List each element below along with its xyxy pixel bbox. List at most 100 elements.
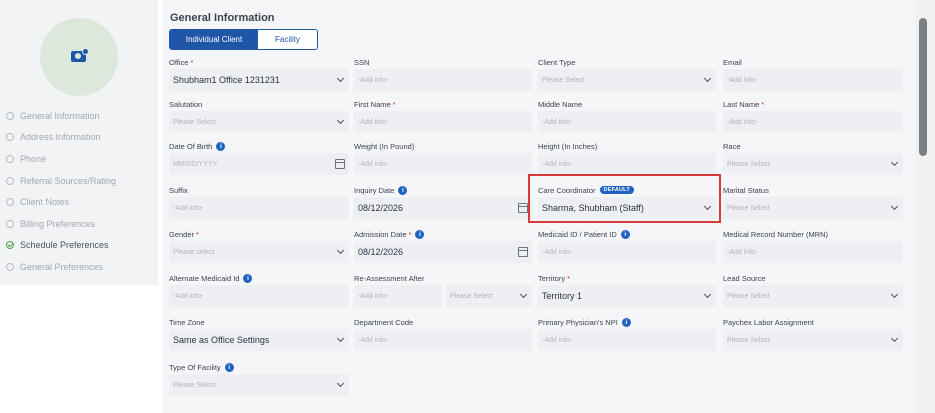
avatar[interactable]	[40, 18, 118, 96]
sidebar-item-referral-sources[interactable]: Referral Sources/Rating	[6, 170, 116, 192]
time-zone-value: Same as Office Settings	[173, 335, 270, 345]
camera-icon[interactable]	[71, 48, 89, 62]
first-name-input[interactable]: -Add info-	[354, 111, 532, 133]
chevron-down-icon	[336, 334, 345, 343]
medicaid-id-input[interactable]: -Add info-	[538, 241, 716, 263]
calendar-icon[interactable]	[518, 247, 528, 257]
ssn-input[interactable]: -Add info-	[354, 69, 532, 91]
admission-date-label: Admission Date	[354, 229, 407, 239]
height-input[interactable]: -Add info-	[538, 153, 716, 175]
tab-individual-client[interactable]: Individual Client	[170, 30, 258, 49]
check-circle-icon	[6, 241, 14, 250]
salutation-select[interactable]: Please Select	[169, 111, 349, 133]
office-label: Office	[169, 57, 189, 67]
reassessment-input[interactable]: -Add info-	[354, 285, 442, 307]
tab-facility[interactable]: Facility	[258, 30, 317, 49]
inquiry-date-value: 08/12/2026	[358, 203, 404, 213]
race-select[interactable]: Please Select	[723, 153, 903, 175]
required-marker: *	[196, 229, 199, 239]
weight-label: Weight (In Pound)	[354, 141, 415, 151]
first-name-field: First Name * -Add info-	[354, 98, 532, 134]
reassessment-field: Re-Assessment After -Add info- Please Se…	[354, 272, 532, 308]
height-label: Height (In Inches)	[538, 141, 598, 151]
sidebar-item-address-information[interactable]: Address Information	[6, 127, 116, 149]
email-label: Email	[723, 57, 742, 67]
sidebar-item-client-notes[interactable]: Client Notes	[6, 191, 116, 213]
sidebar-nav: General Information Address Information …	[6, 105, 116, 278]
gender-field: Gender * Please select	[169, 228, 349, 264]
sidebar-item-general-preferences[interactable]: General Preferences	[6, 256, 116, 278]
calendar-icon[interactable]	[335, 159, 345, 169]
last-name-field: Last Name * -Add info-	[723, 98, 903, 134]
middle-name-input[interactable]: -Add info-	[538, 111, 716, 133]
step-circle-icon	[6, 219, 14, 228]
type-of-facility-select[interactable]: Please Select	[169, 374, 349, 396]
client-type-field: Client Type Please Select	[538, 56, 716, 92]
dob-placeholder: MM/DD/YYYY	[173, 160, 218, 168]
ssn-field: SSN -Add info-	[354, 56, 532, 92]
admission-date-input[interactable]: 08/12/2026	[354, 241, 532, 263]
reassessment-unit-select[interactable]: Please Select	[446, 285, 532, 307]
sidebar-item-label: Address Information	[20, 132, 101, 143]
department-code-input[interactable]: -Add info-	[354, 329, 532, 351]
info-icon[interactable]: i	[398, 185, 408, 195]
required-marker: *	[567, 273, 571, 283]
type-of-facility-label: Type Of Facility	[169, 362, 221, 372]
last-name-input[interactable]: -Add info-	[723, 111, 903, 133]
marital-status-select[interactable]: Please Select	[723, 197, 903, 219]
time-zone-select[interactable]: Same as Office Settings	[169, 329, 349, 351]
paychex-select[interactable]: Please Select	[723, 329, 903, 351]
email-input[interactable]: -Add info-	[723, 69, 903, 91]
calendar-icon[interactable]	[518, 203, 528, 213]
office-select[interactable]: Shubham1 Office 1231231	[169, 69, 349, 91]
required-marker: *	[392, 99, 396, 109]
dob-input[interactable]: MM/DD/YYYY	[169, 153, 349, 175]
lead-source-field: Lead Source Please Select	[723, 272, 903, 308]
info-icon[interactable]: i	[415, 229, 425, 239]
first-name-label: First Name	[354, 99, 391, 109]
alternate-medicaid-input[interactable]: -Add info-	[169, 285, 349, 307]
mrn-input[interactable]: -Add info-	[723, 241, 903, 263]
admission-date-field: Admission Date * i 08/12/2026	[354, 228, 532, 264]
ssn-label: SSN	[354, 57, 370, 67]
suffix-input[interactable]: -Add info-	[169, 197, 349, 219]
info-icon[interactable]: i	[243, 273, 253, 283]
chevron-down-icon	[336, 74, 345, 83]
client-type-toggle: Individual Client Facility	[169, 29, 318, 50]
sidebar-item-label: Schedule Preferences	[20, 240, 109, 251]
required-marker: *	[761, 99, 765, 109]
weight-input[interactable]: -Add info-	[354, 153, 532, 175]
paychex-field: Paychex Labor Assignment Please Select	[723, 316, 903, 352]
office-field: Office * Shubham1 Office 1231231	[169, 56, 349, 92]
info-icon[interactable]: i	[216, 141, 226, 151]
lead-source-select[interactable]: Please Select	[723, 285, 903, 307]
admission-date-value: 08/12/2026	[358, 247, 404, 257]
sidebar-item-billing-preferences[interactable]: Billing Preferences	[6, 213, 116, 235]
client-type-label: Client Type	[538, 57, 576, 67]
info-icon[interactable]: i	[224, 362, 234, 372]
step-circle-icon	[6, 262, 14, 271]
gender-select[interactable]: Please select	[169, 241, 349, 263]
sidebar-item-general-information[interactable]: General Information	[6, 105, 116, 127]
inquiry-date-label: Inquiry Date	[354, 185, 395, 195]
time-zone-field: Time Zone Same as Office Settings	[169, 316, 349, 352]
inquiry-date-input[interactable]: 08/12/2026	[354, 197, 532, 219]
scrollbar[interactable]	[915, 0, 935, 413]
sidebar-item-label: Referral Sources/Rating	[20, 175, 117, 186]
reassessment-unit-placeholder: Please Select	[450, 292, 493, 300]
marital-status-label: Marital Status	[723, 185, 769, 195]
territory-select[interactable]: Territory 1	[538, 285, 716, 307]
middle-name-field: Middle Name -Add info-	[538, 98, 716, 134]
department-code-label: Department Code	[354, 317, 414, 327]
scrollbar-thumb[interactable]	[919, 18, 927, 156]
suffix-field: Suffix -Add info-	[169, 184, 349, 220]
physician-npi-input[interactable]: -Add info-	[538, 329, 716, 351]
territory-label: Territory	[538, 273, 566, 283]
client-type-select[interactable]: Please Select	[538, 69, 716, 91]
sidebar-item-schedule-preferences[interactable]: Schedule Preferences	[6, 235, 116, 257]
chevron-down-icon	[890, 158, 899, 167]
info-icon[interactable]: i	[620, 229, 630, 239]
info-icon[interactable]: i	[621, 317, 631, 327]
sidebar-item-phone[interactable]: Phone	[6, 148, 116, 170]
reassessment-label: Re-Assessment After	[354, 273, 425, 283]
